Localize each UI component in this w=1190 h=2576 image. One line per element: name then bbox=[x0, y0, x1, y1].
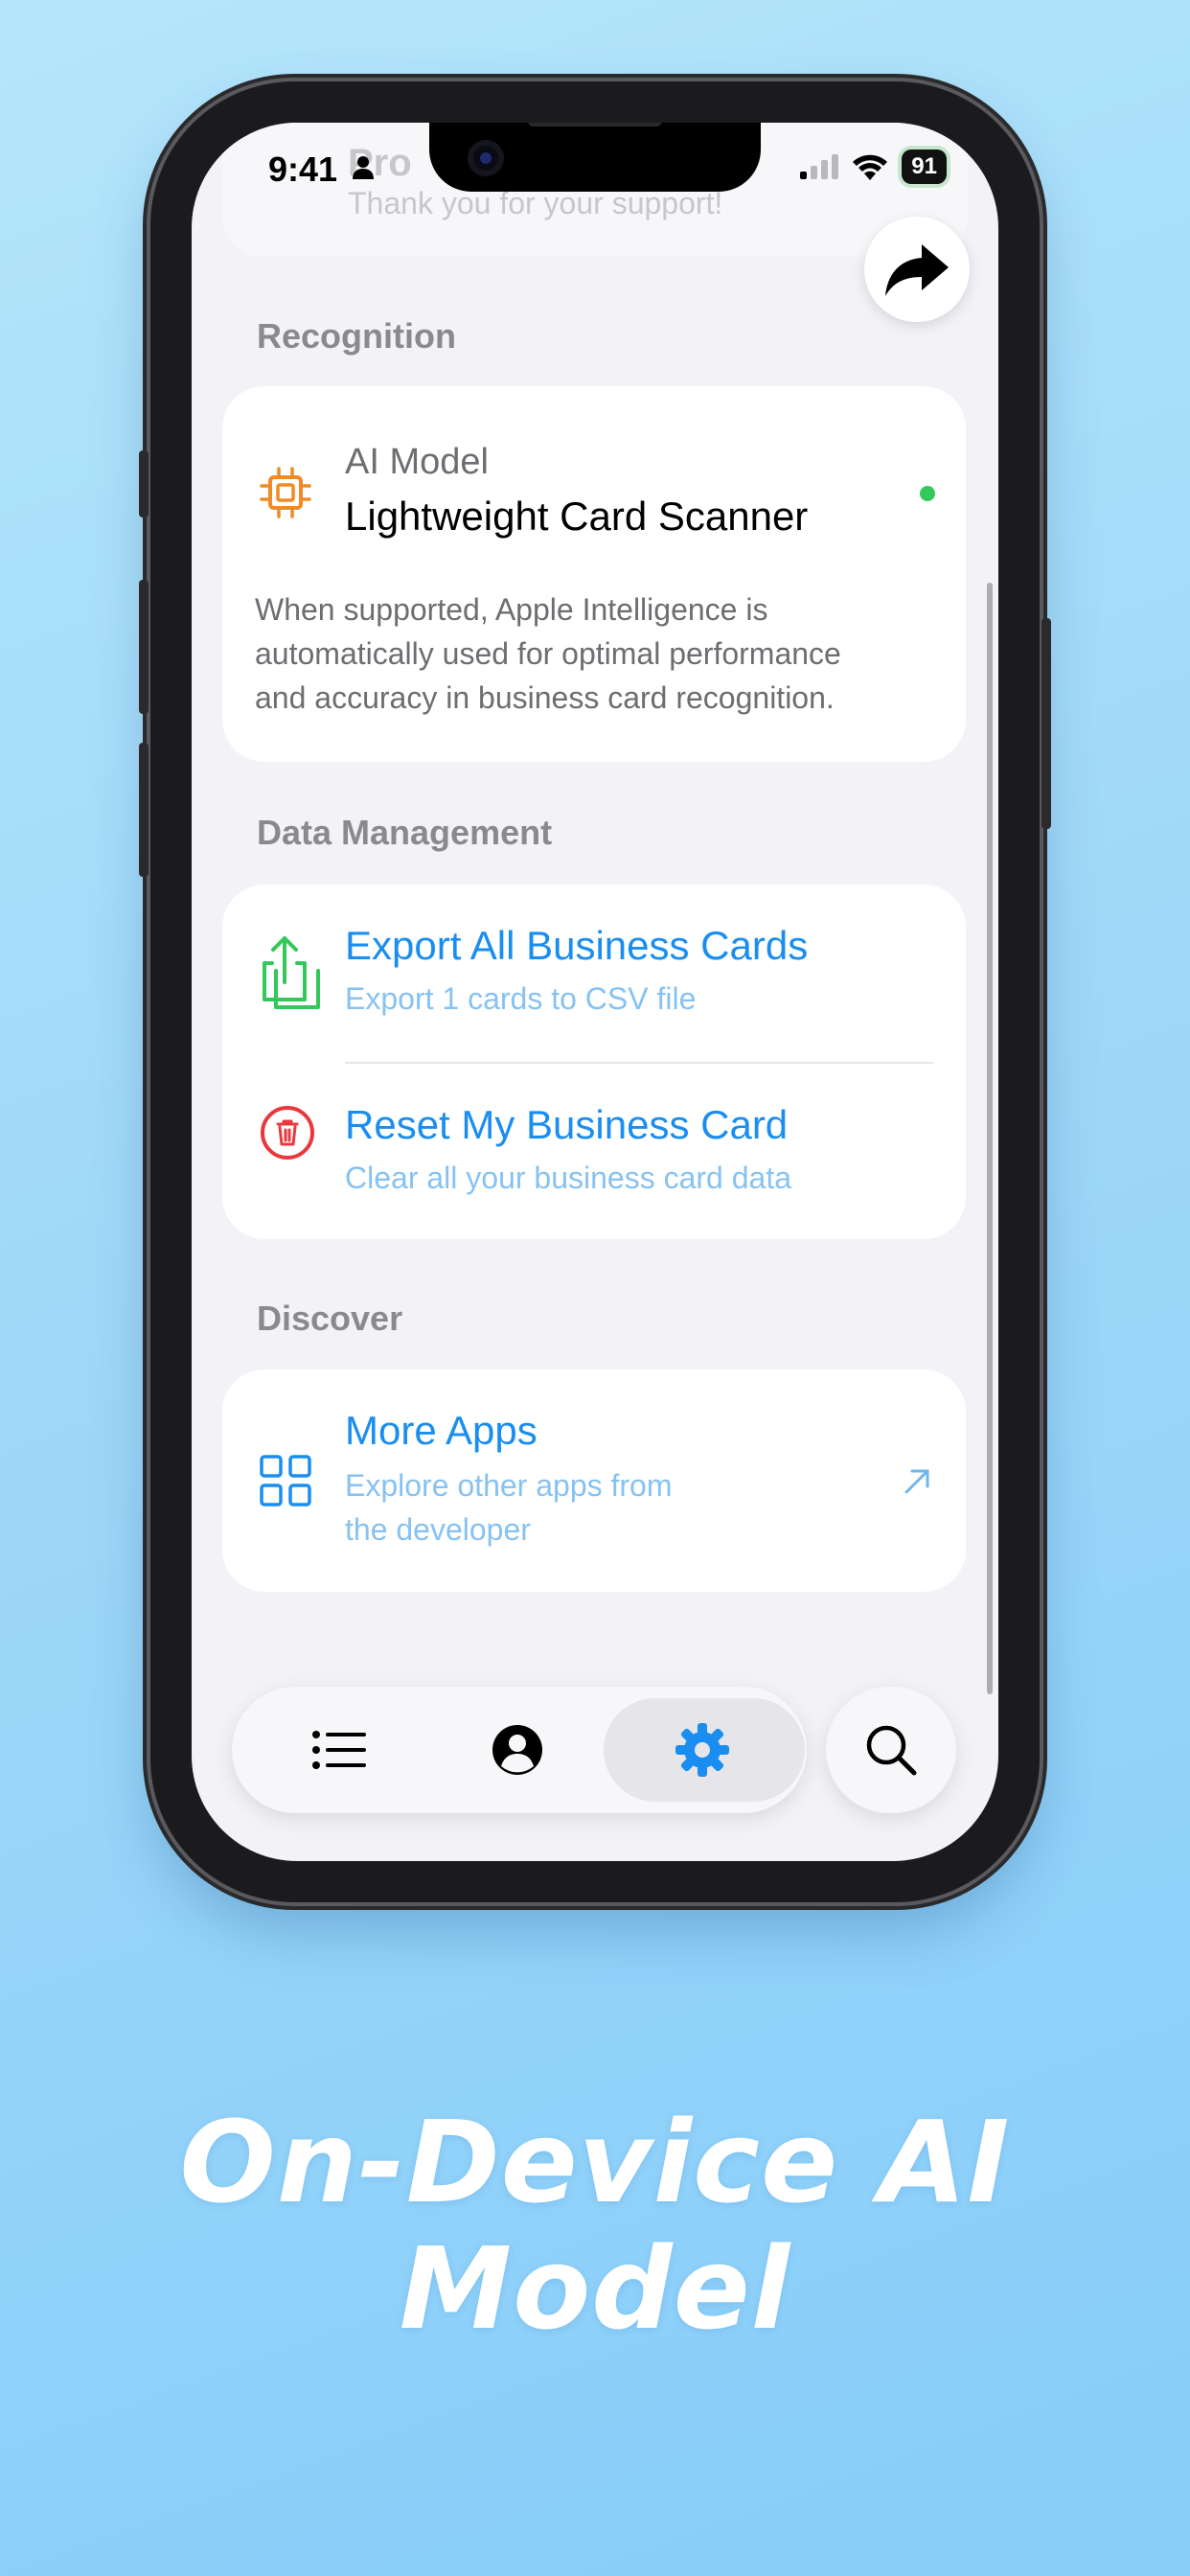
external-link-arrow-icon bbox=[904, 1469, 929, 1494]
wifi-icon bbox=[853, 154, 888, 180]
tab-list[interactable] bbox=[253, 1687, 425, 1813]
data-management-header: Data Management bbox=[257, 813, 553, 852]
promo-headline-line: On-Device AI bbox=[179, 2096, 1011, 2228]
phone-frame: Pro Thank you for your support! 9:41 91 bbox=[139, 81, 1051, 1902]
ai-model-description: When supported, Apple Intelligence is au… bbox=[255, 587, 841, 720]
scroll-indicator[interactable] bbox=[987, 583, 993, 1694]
volume-up-button bbox=[139, 580, 149, 714]
cpu-chip-icon bbox=[260, 467, 311, 518]
ai-model-description-line: automatically used for optimal performan… bbox=[255, 636, 841, 671]
reset-title: Reset My Business Card bbox=[345, 1102, 789, 1147]
share-button[interactable] bbox=[864, 217, 970, 322]
notch bbox=[429, 123, 761, 192]
cellular-signal-icon bbox=[800, 154, 839, 179]
ai-model-card[interactable]: AI Model Lightweight Card Scanner When s… bbox=[222, 386, 966, 762]
trash-icon bbox=[261, 1106, 314, 1160]
ai-model-description-line: When supported, Apple Intelligence is bbox=[255, 592, 768, 627]
ai-model-description-line: and accuracy in business card recognitio… bbox=[255, 680, 835, 715]
search-button[interactable] bbox=[826, 1687, 956, 1813]
grid-apps-icon bbox=[260, 1455, 311, 1506]
export-subtitle: Export 1 cards to CSV file bbox=[345, 981, 697, 1016]
share-arrow-icon bbox=[885, 244, 949, 296]
ai-model-name: Lightweight Card Scanner bbox=[345, 494, 809, 539]
volume-down-button bbox=[139, 743, 149, 877]
more-apps-subtitle-line: the developer bbox=[345, 1512, 531, 1547]
data-management-card: Export All Business Cards Export 1 cards… bbox=[222, 885, 966, 1239]
recognition-header: Recognition bbox=[257, 316, 456, 356]
mute-switch bbox=[139, 450, 149, 518]
list-icon bbox=[312, 1731, 366, 1769]
more-apps-subtitle: Explore other apps from the developer bbox=[345, 1463, 673, 1552]
export-title: Export All Business Cards bbox=[345, 923, 809, 968]
tab-profile[interactable] bbox=[431, 1687, 604, 1813]
more-apps-subtitle-line: Explore other apps from bbox=[345, 1468, 673, 1503]
promo-headline: On-Device AI Model bbox=[0, 2099, 1190, 2352]
promo-headline-line: Model bbox=[399, 2222, 791, 2355]
search-icon bbox=[866, 1725, 917, 1776]
export-row[interactable]: Export All Business Cards Export 1 cards… bbox=[222, 885, 966, 1062]
speaker-grille bbox=[528, 123, 662, 126]
person-icon bbox=[353, 156, 374, 179]
screen: Pro Thank you for your support! 9:41 91 bbox=[192, 123, 998, 1861]
discover-header: Discover bbox=[257, 1299, 403, 1338]
power-button bbox=[1041, 618, 1051, 829]
camera-icon bbox=[468, 140, 504, 176]
model-status-dot bbox=[920, 486, 935, 501]
status-indicators: 91 bbox=[800, 150, 947, 184]
more-apps-title: More Apps bbox=[345, 1408, 538, 1453]
export-share-icon bbox=[263, 936, 320, 1009]
reset-row[interactable]: Reset My Business Card Clear all your bu… bbox=[222, 1064, 966, 1239]
person-circle-icon bbox=[492, 1725, 542, 1775]
reset-subtitle: Clear all your business card data bbox=[345, 1161, 792, 1195]
battery-icon: 91 bbox=[902, 150, 947, 184]
ai-model-label: AI Model bbox=[345, 442, 489, 482]
gear-icon bbox=[675, 1723, 729, 1777]
more-apps-row[interactable]: More Apps Explore other apps from the de… bbox=[222, 1369, 966, 1592]
status-time: 9:41 bbox=[268, 150, 338, 189]
battery-level: 91 bbox=[911, 153, 937, 179]
tab-bar bbox=[232, 1687, 807, 1813]
tab-settings[interactable] bbox=[602, 1687, 805, 1813]
